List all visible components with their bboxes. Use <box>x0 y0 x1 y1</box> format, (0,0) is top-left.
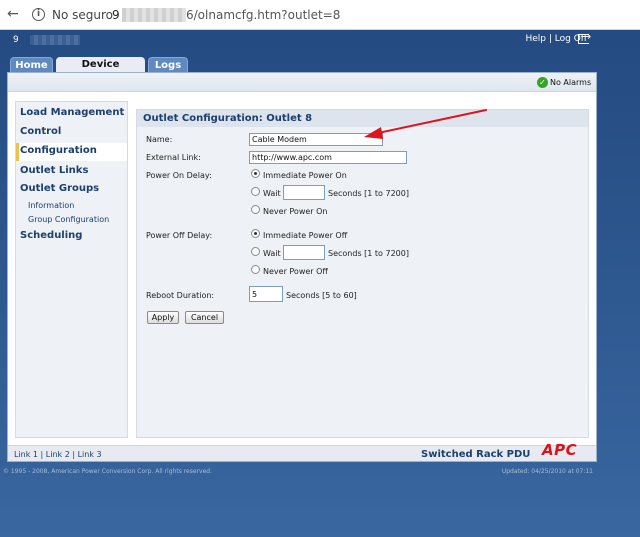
nav-information[interactable]: Information <box>28 201 74 210</box>
help-link[interactable]: Help <box>525 34 546 44</box>
power-off-wait-input[interactable] <box>283 245 325 260</box>
status-bar: ✓ No Alarms <box>8 73 596 92</box>
tab-device-manager[interactable]: Device Manager <box>56 57 145 85</box>
security-status[interactable]: No seguro <box>52 8 113 22</box>
power-on-seconds-hint: Seconds [1 to 7200] <box>328 189 409 198</box>
checkmark-icon: ✓ <box>537 77 548 88</box>
info-icon[interactable]: i <box>32 8 45 21</box>
alarm-status[interactable]: No Alarms <box>550 78 591 87</box>
power-on-delay-label: Power On Delay: <box>146 171 212 180</box>
back-arrow-icon[interactable]: ← <box>7 6 19 22</box>
nav-control[interactable]: Control <box>20 126 61 137</box>
power-on-immediate-radio[interactable] <box>251 169 260 178</box>
device-ip-redacted <box>30 35 80 45</box>
name-input[interactable] <box>249 133 383 146</box>
power-on-wait-input[interactable] <box>283 185 325 200</box>
cancel-button[interactable]: Cancel <box>185 311 224 324</box>
power-off-never-radio[interactable] <box>251 265 260 274</box>
page-title: Outlet Configuration: Outlet 8 <box>137 110 588 127</box>
footer-link-1[interactable]: Link 1 <box>14 450 38 459</box>
device-ip-prefix: 9 <box>13 35 19 45</box>
logoff-icon[interactable] <box>578 30 591 44</box>
footer-links: Link 1 | Link 2 | Link 3 <box>14 450 102 459</box>
url-path[interactable]: 6/olnamcfg.htm?outlet=8 <box>186 8 340 22</box>
power-off-immediate-label: Immediate Power Off <box>263 231 348 240</box>
url-redacted-area <box>122 8 186 22</box>
footer-separator: | <box>38 450 46 459</box>
power-on-wait-label: Wait <box>263 189 281 198</box>
nav-scheduling[interactable]: Scheduling <box>20 230 82 241</box>
name-label: Name: <box>146 135 173 144</box>
header-link-separator: | <box>546 34 555 44</box>
power-off-never-label: Never Power Off <box>263 267 328 276</box>
url-prefix[interactable]: 9 <box>112 8 120 22</box>
reboot-duration-label: Reboot Duration: <box>146 291 215 300</box>
outlet-config-box: Outlet Configuration: Outlet 8 Name: Ext… <box>136 109 589 438</box>
reboot-duration-hint: Seconds [5 to 60] <box>286 291 357 300</box>
tab-logs[interactable]: Logs <box>148 57 188 72</box>
external-link-input[interactable] <box>249 151 407 164</box>
nav-load-management[interactable]: Load Management <box>20 107 124 118</box>
updated-timestamp: Updated: 04/25/2010 at 07:11 <box>501 468 593 475</box>
reboot-duration-input[interactable] <box>249 286 283 302</box>
footer-separator: | <box>69 450 78 459</box>
panel-footer: Link 1 | Link 2 | Link 3 Switched Rack P… <box>8 445 596 461</box>
power-off-immediate-radio[interactable] <box>251 229 260 238</box>
tab-home[interactable]: Home <box>10 57 53 72</box>
power-on-immediate-label: Immediate Power On <box>263 171 347 180</box>
power-off-seconds-hint: Seconds [1 to 7200] <box>328 249 409 258</box>
footer-link-3[interactable]: Link 3 <box>78 450 102 459</box>
nav-outlet-links[interactable]: Outlet Links <box>20 165 88 176</box>
copyright-text: © 1995 - 2008, American Power Conversion… <box>3 468 212 475</box>
apc-logo: APC <box>542 441 578 459</box>
nav-group-configuration[interactable]: Group Configuration <box>28 215 109 224</box>
product-name: Switched Rack PDU <box>421 449 531 460</box>
power-off-wait-radio[interactable] <box>251 247 260 256</box>
power-off-wait-label: Wait <box>263 249 281 258</box>
nav-configuration[interactable]: Configuration <box>20 145 97 156</box>
side-navigation: Load Management Control Configuration Ou… <box>15 101 128 438</box>
nav-outlet-groups[interactable]: Outlet Groups <box>20 183 99 194</box>
power-on-never-label: Never Power On <box>263 207 328 216</box>
apply-button[interactable]: Apply <box>147 311 179 324</box>
main-panel: ✓ No Alarms Load Management Control Conf… <box>7 72 597 462</box>
external-link-label: External Link: <box>146 153 201 162</box>
power-on-wait-radio[interactable] <box>251 187 260 196</box>
browser-address-bar: ← i No seguro 9 6/olnamcfg.htm?outlet=8 <box>0 0 640 30</box>
power-on-never-radio[interactable] <box>251 205 260 214</box>
footer-link-2[interactable]: Link 2 <box>46 450 70 459</box>
power-off-delay-label: Power Off Delay: <box>146 231 213 240</box>
